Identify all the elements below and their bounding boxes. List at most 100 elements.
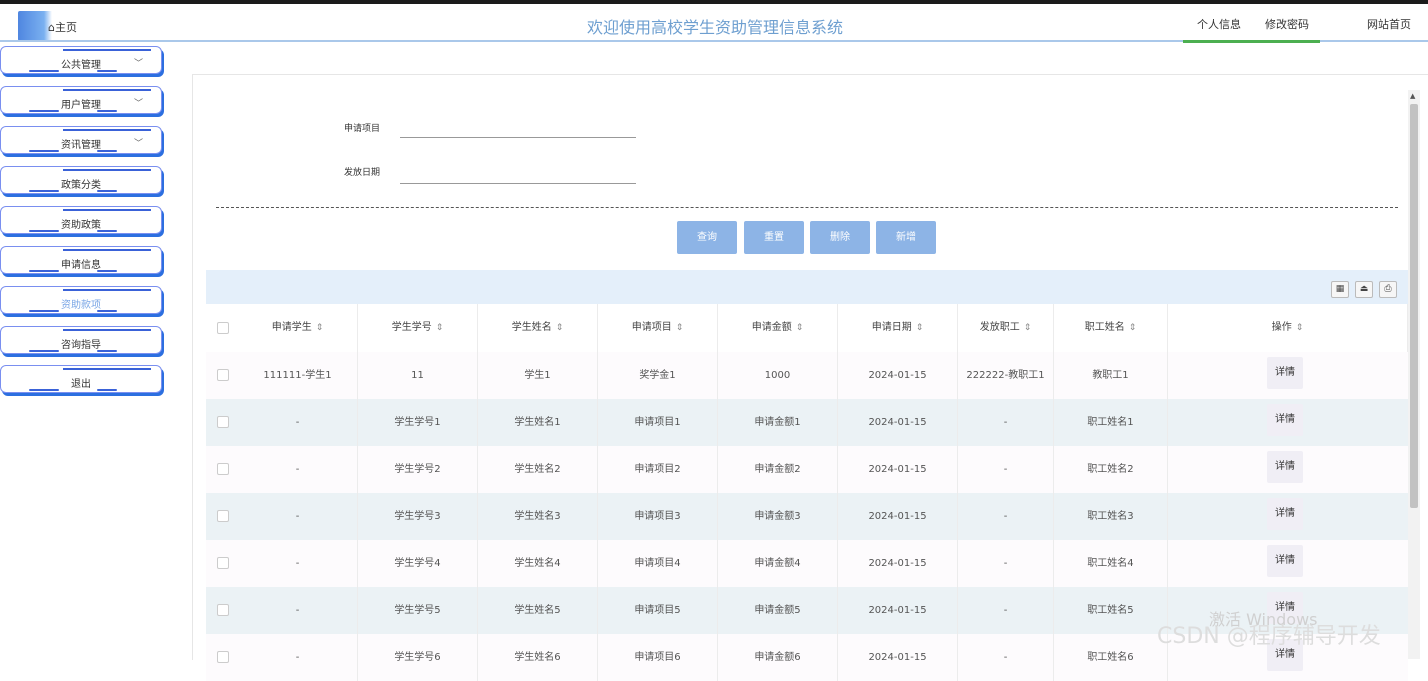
table-cell: 2024-01-15 — [838, 446, 958, 493]
table-cell: 申请项目1 — [598, 399, 718, 446]
column-header[interactable]: 发放职工 ⇕ — [958, 304, 1054, 352]
table-cell: - — [958, 399, 1054, 446]
print-icon[interactable]: ⎙ — [1379, 281, 1397, 298]
table-cell: 学生学号5 — [358, 587, 478, 634]
table-cell: 2024-01-15 — [838, 634, 958, 681]
table-cell: 申请金额4 — [718, 540, 838, 587]
sidebar-item-2[interactable]: 资讯管理 ﹀ — [0, 126, 162, 154]
detail-button[interactable]: 详情 — [1267, 404, 1303, 436]
column-header-label: 操作 — [1271, 322, 1292, 333]
apply-item-label: 申请项目 — [344, 124, 381, 134]
row-checkbox[interactable] — [217, 557, 229, 569]
menu-decoration — [63, 169, 151, 171]
table-cell: 学生学号3 — [358, 493, 478, 540]
column-header-label: 职工姓名 — [1084, 322, 1125, 333]
reset-button[interactable]: 重置 — [744, 221, 804, 254]
table-cell: 2024-01-15 — [838, 352, 958, 399]
sidebar-item-8[interactable]: 退出 — [0, 365, 162, 393]
table-cell: 申请金额2 — [718, 446, 838, 493]
table-cell: 学生学号4 — [358, 540, 478, 587]
scroll-up-icon[interactable]: ▲ — [1410, 92, 1415, 100]
table-cell: 申请项目3 — [598, 493, 718, 540]
home-link[interactable]: ⌂主页 — [18, 11, 130, 41]
row-checkbox[interactable] — [217, 510, 229, 522]
sidebar-item-label: 资助款项 — [61, 300, 101, 311]
column-header[interactable]: 申请金额 ⇕ — [718, 304, 838, 352]
menu-decoration — [63, 289, 151, 291]
menu-decoration — [63, 129, 151, 131]
menu-decoration — [63, 329, 151, 331]
table-cell: 申请金额5 — [718, 587, 838, 634]
table-cell: - — [958, 587, 1054, 634]
row-checkbox[interactable] — [217, 416, 229, 428]
table-cell: 申请项目4 — [598, 540, 718, 587]
table-cell: 学生学号1 — [358, 399, 478, 446]
sort-icon[interactable]: ⇕ — [1129, 323, 1137, 333]
columns-icon[interactable]: ▦ — [1331, 281, 1349, 298]
column-header[interactable]: 学生姓名 ⇕ — [478, 304, 598, 352]
sidebar-item-6[interactable]: 资助款项 — [0, 286, 162, 314]
page-title: 欢迎使用高校学生资助管理信息系统 — [586, 18, 843, 37]
sidebar-item-label: 政策分类 — [61, 180, 101, 191]
sidebar-item-5[interactable]: 申请信息 — [0, 246, 162, 274]
detail-button[interactable]: 详情 — [1267, 357, 1303, 389]
apply-item-input[interactable] — [400, 137, 636, 138]
sidebar-item-label: 咨询指导 — [61, 340, 101, 351]
table-cell: 职工姓名6 — [1054, 634, 1168, 681]
nav-site-home[interactable]: 网站首页 — [1367, 16, 1411, 32]
table-cell: 11 — [358, 352, 478, 399]
sidebar-item-4[interactable]: 资助政策 — [0, 206, 162, 234]
sort-icon[interactable]: ⇕ — [1296, 323, 1304, 333]
column-header[interactable]: 学生学号 ⇕ — [358, 304, 478, 352]
row-checkbox[interactable] — [217, 463, 229, 475]
table-cell: 申请项目5 — [598, 587, 718, 634]
export-icon[interactable]: ⏏ — [1355, 281, 1373, 298]
table-cell: 职工姓名4 — [1054, 540, 1168, 587]
nav-profile[interactable]: 个人信息 — [1197, 16, 1241, 32]
table-cell: - — [958, 493, 1054, 540]
table-row: - 学生学号4 学生姓名4 申请项目4 申请金额4 2024-01-15- 职工姓名4 详情 — [206, 540, 1408, 587]
sort-icon[interactable]: ⇕ — [1024, 323, 1032, 333]
delete-button[interactable]: 删除 — [810, 221, 870, 254]
sort-icon[interactable]: ⇕ — [316, 323, 324, 333]
detail-button[interactable]: 详情 — [1267, 498, 1303, 530]
csdn-watermark: CSDN @程序辅导开发 — [1157, 624, 1381, 649]
sidebar-item-7[interactable]: 咨询指导 — [0, 326, 162, 354]
sort-icon[interactable]: ⇕ — [916, 323, 924, 333]
detail-button[interactable]: 详情 — [1267, 451, 1303, 483]
detail-button[interactable]: 详情 — [1267, 545, 1303, 577]
table-cell: 申请金额1 — [718, 399, 838, 446]
row-checkbox[interactable] — [217, 651, 229, 663]
table-toolbar — [206, 270, 1408, 304]
menu-decoration — [63, 249, 151, 251]
column-header[interactable]: 申请项目 ⇕ — [598, 304, 718, 352]
query-button[interactable]: 查询 — [677, 221, 737, 254]
menu-decoration — [63, 89, 151, 91]
column-header[interactable]: 申请学生 ⇕ — [238, 304, 358, 352]
row-checkbox[interactable] — [217, 604, 229, 616]
sidebar-item-0[interactable]: 公共管理 ﹀ — [0, 46, 162, 74]
column-header[interactable]: 职工姓名 ⇕ — [1054, 304, 1168, 352]
sidebar-item-3[interactable]: 政策分类 — [0, 166, 162, 194]
table-cell: - — [238, 446, 358, 493]
sidebar-item-1[interactable]: 用户管理 ﹀ — [0, 86, 162, 114]
table-cell: 申请项目6 — [598, 634, 718, 681]
column-header-label: 申请学生 — [271, 322, 312, 333]
sort-icon[interactable]: ⇕ — [556, 323, 564, 333]
column-header[interactable]: 申请日期 ⇕ — [838, 304, 958, 352]
column-header[interactable]: 操作 ⇕ — [1168, 304, 1408, 352]
issue-date-input[interactable] — [400, 183, 636, 184]
sort-icon[interactable]: ⇕ — [796, 323, 804, 333]
scrollbar-thumb[interactable] — [1410, 104, 1418, 508]
sort-icon[interactable]: ⇕ — [436, 323, 444, 333]
menu-decoration — [63, 368, 151, 370]
column-header-label: 学生学号 — [391, 322, 432, 333]
select-all-checkbox[interactable] — [217, 322, 229, 334]
sort-icon[interactable]: ⇕ — [676, 323, 684, 333]
table-cell: - — [958, 540, 1054, 587]
add-button[interactable]: 新增 — [876, 221, 936, 254]
chevron-down-icon: ﹀ — [133, 59, 143, 69]
table-cell: 2024-01-15 — [838, 540, 958, 587]
nav-change-password[interactable]: 修改密码 — [1265, 16, 1309, 32]
row-checkbox[interactable] — [217, 369, 229, 381]
